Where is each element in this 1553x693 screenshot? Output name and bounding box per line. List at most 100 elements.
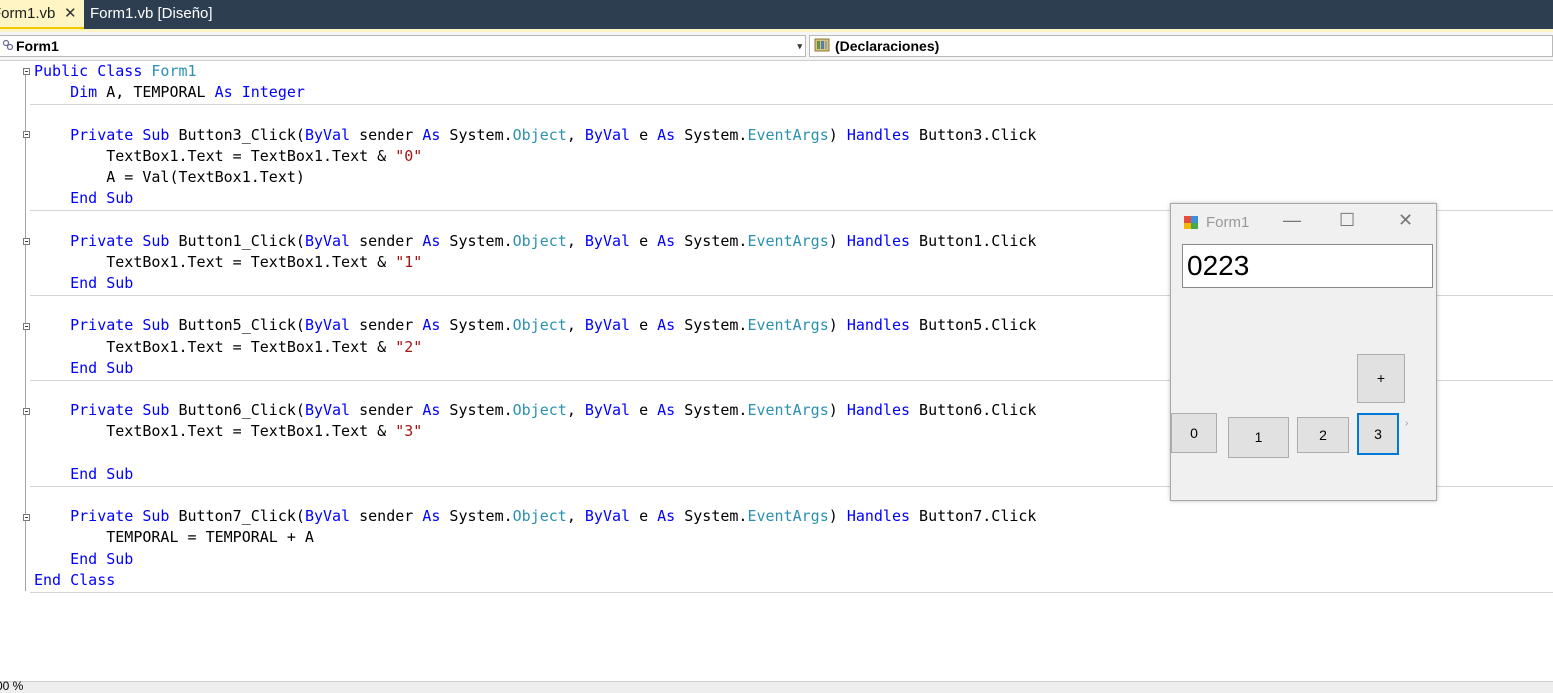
code-token: "3"	[395, 422, 423, 441]
tab-form1-vb[interactable]: Form1.vb ✕	[0, 0, 84, 29]
code-token: Object	[512, 401, 567, 420]
resize-handle-icon: ›	[1405, 418, 1409, 429]
code-token: Handles	[846, 507, 911, 526]
member-combo[interactable]: (Declaraciones)	[809, 35, 1553, 57]
class-combo[interactable]: Form1 ▾	[0, 35, 806, 57]
code-line[interactable]: Dim A, TEMPORAL As Integer	[34, 82, 305, 103]
code-token: End Class	[34, 570, 116, 589]
code-line[interactable]: Private Sub Button5_Click(ByVal sender A…	[34, 315, 1036, 336]
collapse-class-icon[interactable]	[23, 68, 30, 75]
document-tab-strip: Form1.vb ✕ Form1.vb [Diseño]	[0, 0, 1553, 29]
code-token: Button7.Click	[910, 507, 1037, 526]
code-token: ,	[566, 507, 585, 526]
code-token: Handles	[846, 401, 911, 420]
form1-preview-window[interactable]: Form1 — ☐ ✕ 0223 + 0 1 2 3 ›	[1170, 203, 1437, 501]
code-token: ,	[566, 231, 585, 250]
code-token: Dim	[70, 83, 98, 102]
collapse-button7-icon[interactable]	[23, 514, 30, 521]
code-token: sender	[350, 401, 423, 420]
code-token: As	[657, 125, 676, 144]
minimize-icon[interactable]: —	[1283, 210, 1301, 231]
code-token: e	[630, 507, 658, 526]
code-token: Private Sub	[70, 401, 170, 420]
code-line[interactable]: TEMPORAL = TEMPORAL + A	[34, 527, 314, 548]
code-token: End Sub	[70, 274, 134, 292]
tab-form1-designer[interactable]: Form1.vb [Diseño]	[90, 0, 213, 29]
code-token: e	[630, 316, 658, 335]
code-token: As	[422, 125, 441, 144]
code-token: Button3.Click	[910, 125, 1037, 144]
code-token: ByVal	[304, 231, 351, 250]
code-token: System.	[440, 231, 513, 250]
code-token: A = Val(TextBox1.Text)	[34, 168, 305, 186]
code-token: ByVal	[584, 316, 631, 335]
code-line[interactable]: Private Sub Button6_Click(ByVal sender A…	[34, 400, 1036, 421]
code-token: Handles	[846, 231, 911, 250]
digit-0-button[interactable]: 0	[1171, 413, 1217, 453]
code-token: Form1	[151, 62, 197, 80]
code-token: Object	[512, 316, 567, 335]
code-line[interactable]: TextBox1.Text = TextBox1.Text & "2"	[34, 337, 422, 358]
tab-form1-vb-label: Form1.vb	[0, 5, 56, 22]
maximize-icon[interactable]: ☐	[1339, 210, 1355, 231]
code-token: )	[828, 231, 847, 250]
code-token: Object	[512, 507, 567, 526]
tab-close-icon[interactable]: ✕	[64, 0, 77, 28]
code-token: TextBox1.Text = TextBox1.Text &	[34, 146, 396, 165]
code-token: sender	[350, 316, 423, 335]
code-line[interactable]: Public Class Form1	[34, 61, 197, 82]
code-token: sender	[350, 231, 423, 250]
collapse-button1-icon[interactable]	[23, 238, 30, 245]
code-line[interactable]: Private Sub Button7_Click(ByVal sender A…	[34, 506, 1036, 527]
collapse-button3-icon[interactable]	[23, 131, 30, 138]
digit-1-button[interactable]: 1	[1228, 417, 1289, 458]
class-icon	[2, 39, 14, 51]
code-line[interactable]: TextBox1.Text = TextBox1.Text & "0"	[34, 146, 422, 167]
code-line[interactable]: A = Val(TextBox1.Text)	[34, 167, 305, 188]
code-line[interactable]: TextBox1.Text = TextBox1.Text & "1"	[34, 252, 422, 273]
code-line[interactable]: End Sub	[34, 188, 133, 209]
code-token: e	[630, 401, 658, 420]
code-line[interactable]: End Sub	[34, 358, 133, 379]
code-token: As	[422, 316, 441, 335]
code-token: EventArgs	[747, 231, 829, 250]
code-line[interactable]: End Sub	[34, 549, 133, 570]
display-textbox[interactable]: 0223	[1182, 244, 1433, 288]
code-token: sender	[350, 125, 423, 144]
zoom-level[interactable]: 00 %	[0, 679, 23, 693]
code-token: "0"	[395, 146, 423, 165]
code-token: TextBox1.Text = TextBox1.Text &	[34, 252, 396, 271]
digit-3-button[interactable]: 3	[1357, 413, 1399, 455]
code-token: ByVal	[304, 125, 351, 144]
code-token: TextBox1.Text = TextBox1.Text &	[34, 422, 396, 441]
editor-status-bar: 00 %	[0, 679, 1553, 693]
code-line[interactable]: End Sub	[34, 273, 133, 294]
code-token: As	[422, 231, 441, 250]
code-line[interactable]: Private Sub Button1_Click(ByVal sender A…	[34, 231, 1036, 252]
digit-2-button[interactable]: 2	[1297, 417, 1349, 453]
code-navigation-bar: Form1 ▾ (Declaraciones)	[0, 32, 1553, 61]
code-line[interactable]: End Class	[34, 570, 115, 591]
collapse-button6-icon[interactable]	[23, 408, 30, 415]
code-token: TEMPORAL = TEMPORAL + A	[34, 528, 314, 547]
code-token: EventArgs	[747, 125, 829, 144]
plus-button[interactable]: +	[1357, 354, 1405, 403]
code-token: )	[828, 125, 847, 144]
code-token: End Sub	[70, 464, 134, 483]
member-combo-value: (Declaraciones)	[835, 38, 940, 54]
code-line[interactable]: Private Sub Button3_Click(ByVal sender A…	[34, 125, 1036, 146]
close-icon[interactable]: ✕	[1398, 210, 1413, 231]
code-line[interactable]: TextBox1.Text = TextBox1.Text & "3"	[34, 421, 422, 442]
chevron-down-icon[interactable]: ▾	[797, 36, 802, 56]
code-token: End Sub	[70, 189, 134, 208]
code-token: System.	[440, 125, 513, 144]
code-line[interactable]: End Sub	[34, 464, 133, 485]
code-token: EventArgs	[747, 316, 829, 335]
code-token: Button3_Click(	[169, 125, 305, 144]
code-token: End Sub	[70, 549, 134, 568]
collapse-button5-icon[interactable]	[23, 323, 30, 330]
code-token: )	[828, 507, 847, 526]
